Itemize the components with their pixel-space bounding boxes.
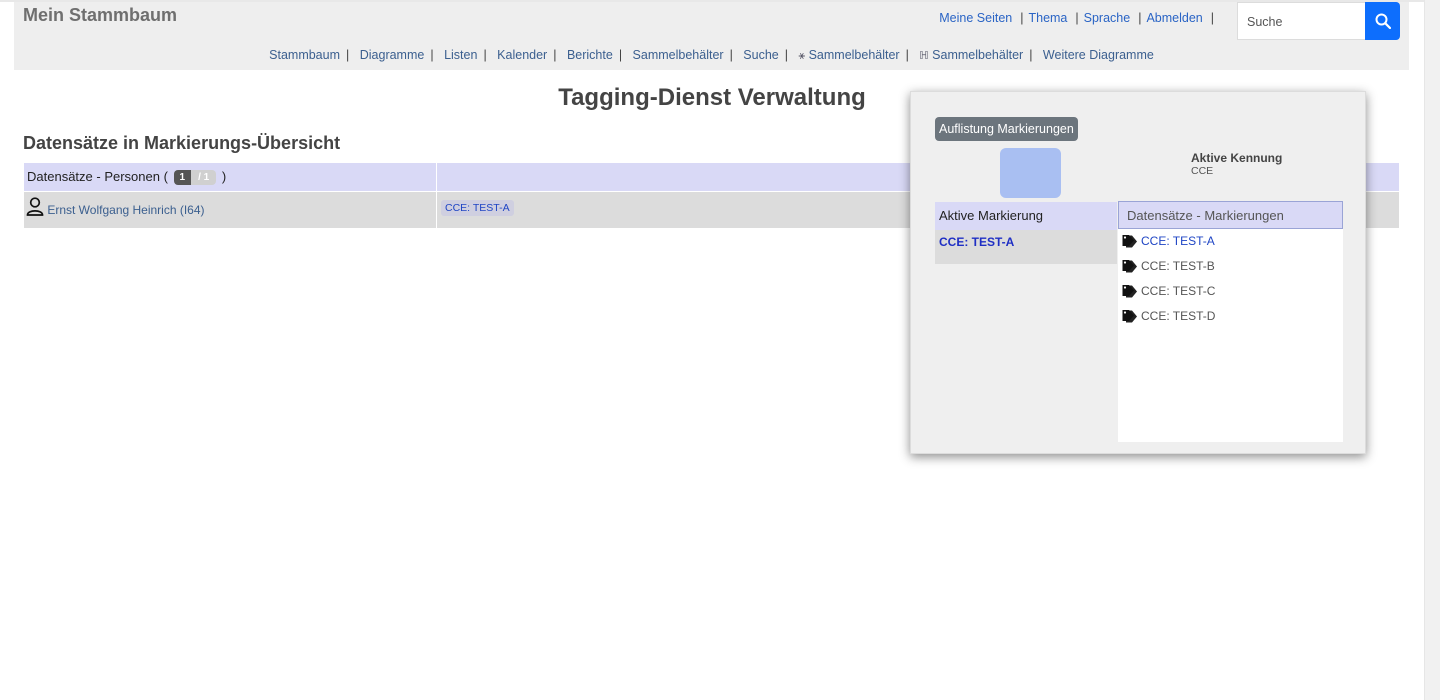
nav-suche[interactable]: Suche	[743, 48, 778, 62]
my-pages-link[interactable]: Meine Seiten	[939, 11, 1012, 25]
separator: |	[1075, 11, 1079, 25]
section-title: Datensätze in Markierungs-Übersicht	[23, 133, 341, 153]
person-link[interactable]: Ernst Wolfgang Heinrich (I64)	[47, 203, 204, 217]
tags-icon	[1122, 260, 1137, 273]
language-link[interactable]: Sprache	[1084, 11, 1131, 25]
count-total: / 1	[191, 170, 217, 186]
active-tag-value[interactable]: CCE: TEST-A	[935, 230, 1117, 264]
site-header: Mein Stammbaum Meine Seiten | Thema | Sp…	[14, 2, 1409, 70]
logout-link[interactable]: Abmelden	[1146, 11, 1202, 25]
list-item[interactable]: CCE: TEST-D	[1122, 309, 1215, 323]
search-input[interactable]: Suche	[1237, 2, 1366, 40]
records-header: Datensätze - Markierungen	[1118, 201, 1343, 229]
h-icon: ℍ	[919, 50, 929, 62]
site-title[interactable]: Mein Stammbaum	[23, 5, 177, 26]
nav-diagramme[interactable]: Diagramme	[360, 48, 425, 62]
tag-popup: Auflistung Markierungen Aktive Kennung C…	[910, 91, 1366, 454]
separator: |	[1210, 11, 1214, 25]
separator: |	[1138, 11, 1142, 25]
vertical-scrollbar[interactable]	[1424, 0, 1440, 700]
tag-label: CCE: TEST-B	[1141, 259, 1215, 273]
list-item[interactable]: CCE: TEST-C	[1122, 284, 1215, 298]
count-value: 1	[173, 170, 192, 186]
separator: |	[1020, 11, 1024, 25]
list-item[interactable]: CCE: TEST-B	[1122, 259, 1215, 273]
list-item[interactable]: CCE: TEST-A	[1122, 234, 1215, 248]
color-swatch[interactable]	[1000, 148, 1061, 198]
tag-label: CCE: TEST-A	[1141, 234, 1215, 248]
tags-list-panel: Datensätze - Markierungen CCE: TEST-A CC…	[1118, 201, 1343, 442]
tags-icon	[1122, 235, 1137, 248]
tag-chip[interactable]: CCE: TEST-A	[441, 200, 514, 216]
persons-label: Datensätze - Personen (	[27, 169, 168, 184]
asterism-icon: ⚹	[798, 50, 806, 62]
active-id-value: CCE	[1191, 165, 1214, 177]
tag-label: CCE: TEST-C	[1141, 284, 1216, 298]
person-icon	[26, 197, 44, 216]
nav-sammelbehaelter[interactable]: Sammelbehälter	[633, 48, 724, 62]
search-icon	[1375, 13, 1391, 29]
active-tag-header: Aktive Markierung	[935, 202, 1117, 230]
tag-label: CCE: TEST-D	[1141, 309, 1216, 323]
nav-listen[interactable]: Listen	[444, 48, 477, 62]
tags-icon	[1122, 285, 1137, 298]
nav-berichte[interactable]: Berichte	[567, 48, 613, 62]
top-nav: Meine Seiten | Thema | Sprache | Abmelde…	[939, 11, 1219, 25]
table-row: Ernst Wolfgang Heinrich (I64)	[24, 192, 436, 228]
active-id-label: Aktive Kennung	[1191, 151, 1283, 165]
list-tags-button[interactable]: Auflistung Markierungen	[935, 117, 1078, 141]
search-button[interactable]	[1365, 2, 1400, 40]
nav-sammelbehaelter-2[interactable]: Sammelbehälter	[809, 48, 900, 62]
nav-sammelbehaelter-3[interactable]: Sammelbehälter	[932, 48, 1023, 62]
nav-stammbaum[interactable]: Stammbaum	[269, 48, 340, 62]
tags-icon	[1122, 310, 1137, 323]
persons-header: Datensätze - Personen ( 1/ 1 )	[24, 163, 436, 191]
nav-weitere-diagramme[interactable]: Weitere Diagramme	[1043, 48, 1154, 62]
count-badge: 1/ 1	[173, 170, 217, 186]
main-nav: Stammbaum | Diagramme | Listen | Kalender | …	[269, 48, 1154, 62]
nav-kalender[interactable]: Kalender	[497, 48, 547, 62]
theme-link[interactable]: Thema	[1028, 11, 1067, 25]
